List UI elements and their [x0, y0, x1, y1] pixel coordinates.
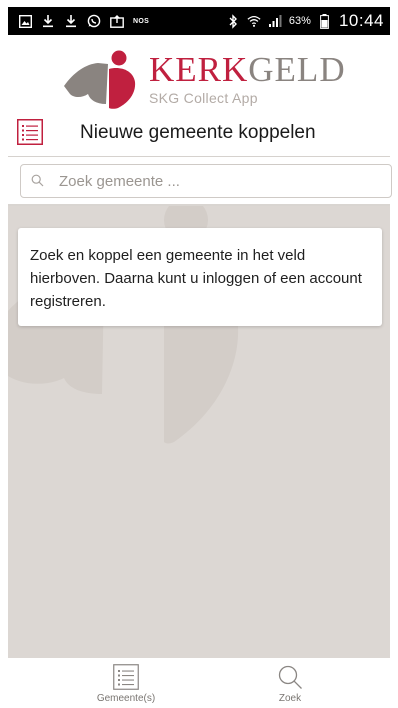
status-bar-right: 63% 10:44 [226, 11, 384, 31]
nav-zoek[interactable]: Zoek [240, 664, 340, 704]
signal-icon [268, 13, 282, 29]
battery-icon [318, 13, 332, 29]
logo-subtitle: SKG Collect App [149, 90, 258, 106]
info-card-text: Zoek en koppel een gemeente in het veld … [30, 247, 362, 310]
battery-percent: 63% [288, 15, 311, 27]
logo-wordmark-geld: GELD [248, 50, 346, 89]
status-bar: NOS 63% 10:44 [8, 7, 390, 35]
logo-wordmark: KERKGELD [149, 52, 346, 87]
list-menu-icon [17, 119, 43, 145]
menu-button[interactable] [17, 119, 43, 145]
bottom-navigation: Gemeente(s) Zoek [8, 658, 390, 708]
nav-zoek-label: Zoek [278, 693, 302, 704]
bluetooth-icon [226, 13, 240, 29]
info-card: Zoek en koppel een gemeente in het veld … [18, 228, 382, 326]
content-area: Zoek en koppel een gemeente in het veld … [8, 206, 390, 658]
search-box[interactable] [20, 164, 392, 198]
search-input[interactable] [57, 167, 377, 195]
search-icon [31, 174, 44, 187]
divider [8, 156, 390, 157]
download-icon [41, 13, 55, 29]
kerkgeld-logo: KERKGELD SKG Collect App [62, 46, 352, 112]
status-time: 10:44 [338, 11, 384, 30]
logo-wordmark-kerk: KERK [149, 50, 249, 89]
status-bar-left: NOS [18, 13, 149, 29]
status-nos-badge: NOS [133, 17, 150, 25]
logo-mark-icon [64, 50, 136, 109]
photo-upload-icon [110, 13, 124, 29]
search-icon [278, 665, 302, 689]
page-title: Nieuwe gemeente koppelen [80, 122, 316, 143]
nav-gemeenten-label: Gemeente(s) [96, 693, 156, 704]
wifi-icon [247, 13, 261, 29]
nav-gemeenten[interactable]: Gemeente(s) [76, 664, 176, 704]
title-bar: Nieuwe gemeente koppelen [8, 116, 390, 156]
image-icon [18, 13, 32, 29]
list-icon [113, 664, 139, 690]
whatsapp-icon [87, 13, 101, 29]
download-icon [64, 13, 78, 29]
